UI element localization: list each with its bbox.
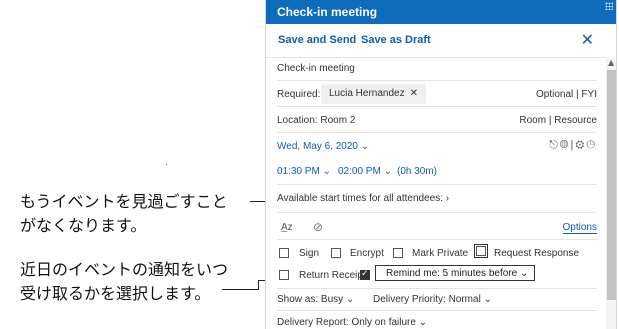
callout-2-line-1: 近日のイベントの通知をいつ — [20, 260, 229, 279]
scheduling-icons[interactable]: ⎋◍|⚙◷ — [549, 139, 597, 152]
mark-private-label: Mark Private — [412, 248, 469, 259]
mark-private-checkbox[interactable] — [393, 248, 403, 258]
attach-icon[interactable]: ⊘ — [313, 220, 323, 234]
encrypt-label: Encrypt — [350, 248, 384, 259]
remind-me-checkbox[interactable] — [360, 268, 370, 280]
divider — [277, 212, 597, 213]
remind-me-dropdown[interactable]: Remind me: 5 minutes before ⌄ — [375, 265, 535, 281]
scroll-up-icon[interactable]: ▲ — [608, 58, 614, 67]
stray-dot — [166, 164, 167, 165]
delivery-priority-dropdown[interactable]: Delivery Priority: Normal ⌄ — [373, 294, 492, 305]
callout-1-line-1: もうイベントを見過ごすこと — [20, 192, 228, 211]
toolbar: Save and Send Save as Draft ✕ — [266, 24, 606, 58]
sign-checkbox[interactable] — [279, 248, 289, 258]
location-field[interactable]: Location: Room 2 — [277, 115, 355, 126]
checkbox-row-2: Return Receipt Remind me: 5 minutes befo… — [277, 265, 597, 282]
divider — [277, 184, 597, 185]
room-resource-link[interactable]: Room | Resource — [519, 115, 597, 126]
close-icon[interactable]: ✕ — [581, 30, 594, 49]
attendee-chip[interactable]: Lucia Hernandez ✕ — [321, 84, 426, 104]
divider — [277, 132, 597, 133]
scrollbar[interactable]: ▲ — [606, 58, 616, 329]
remove-attendee-icon[interactable]: ✕ — [410, 88, 418, 99]
save-as-draft-button[interactable]: Save as Draft — [361, 34, 431, 46]
delivery-report-dropdown[interactable]: Delivery Report: Only on failure ⌄ — [277, 317, 597, 328]
callout-2-leader-riser — [258, 280, 259, 290]
divider — [277, 310, 597, 311]
return-receipt-label: Return Receipt — [299, 270, 366, 281]
resize-grip-icon[interactable] — [605, 2, 613, 10]
callout-2-leader-line — [222, 289, 258, 290]
encrypt-checkbox[interactable] — [331, 248, 341, 258]
event-form: Check-in meeting Required: Lucia Hernand… — [266, 58, 606, 329]
location-row: Location: Room 2 Room | Resource — [277, 115, 597, 126]
available-times-link[interactable]: Available start times for all attendees:… — [277, 193, 597, 204]
date-row: Wed, May 6, 2020 ⌄ ⎋◍|⚙◷ — [277, 139, 597, 152]
request-response-label: Request Response — [494, 248, 580, 259]
scroll-thumb[interactable] — [607, 70, 616, 300]
subject-field[interactable]: Check-in meeting — [277, 63, 597, 74]
required-label: Required: — [277, 89, 321, 100]
callout-reminder-choice: 近日のイベントの通知をいつ 受け取るかを選択します。 — [20, 258, 228, 306]
attendee-name: Lucia Hernandez — [329, 88, 405, 99]
request-response-checkbox[interactable] — [476, 246, 486, 256]
time-row: 01:30 PM ⌄ 02:00 PM ⌄ (0h 30m) — [277, 166, 597, 177]
sign-label: Sign — [299, 248, 320, 259]
date-picker[interactable]: Wed, May 6, 2020 ⌄ — [277, 141, 369, 152]
options-bar: A̲z ⊘ Options — [277, 220, 597, 240]
callout-reminder-benefit: もうイベントを見過ごすこと がなくなります。 — [20, 190, 228, 238]
callout-2-line-2: 受け取るかを選択します。 — [20, 284, 211, 303]
required-row: Required: Lucia Hernandez ✕ Optional | FY… — [277, 84, 597, 104]
divider — [277, 288, 597, 289]
divider — [277, 106, 597, 107]
save-and-send-button[interactable]: Save and Send — [278, 34, 356, 46]
request-response-focus — [474, 244, 488, 258]
start-time-picker[interactable]: 01:30 PM ⌄ — [277, 166, 331, 177]
event-panel: Check-in meeting Save and Send Save as D… — [265, 0, 617, 329]
divider — [277, 239, 597, 240]
duration-text: (0h 30m) — [397, 166, 438, 177]
options-tab[interactable]: Options — [562, 222, 597, 234]
return-receipt-checkbox[interactable] — [279, 270, 289, 280]
font-format-icon[interactable]: A̲z — [281, 222, 293, 233]
end-time-picker[interactable]: 02:00 PM ⌄ — [338, 166, 392, 177]
show-as-dropdown[interactable]: Show as: Busy ⌄ — [277, 294, 354, 305]
show-as-row: Show as: Busy ⌄ Delivery Priority: Norma… — [277, 294, 597, 305]
callout-1-line-2: がなくなります。 — [20, 216, 147, 235]
window-title: Check-in meeting — [266, 0, 616, 24]
optional-fyi-link[interactable]: Optional | FYI — [536, 89, 597, 100]
checkbox-row-1: Sign Encrypt Mark Private Request Respon… — [277, 244, 597, 260]
divider — [277, 80, 597, 81]
